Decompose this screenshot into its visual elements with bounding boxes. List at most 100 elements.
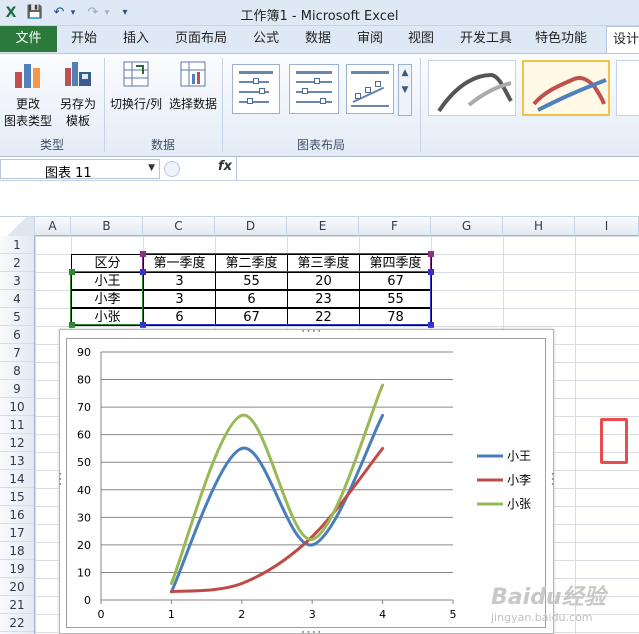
- row-header-22[interactable]: 22: [0, 614, 34, 632]
- row-header-9[interactable]: 9: [0, 380, 34, 398]
- tab-page-layout[interactable]: 页面布局: [170, 26, 232, 52]
- row-header-1[interactable]: 1: [0, 236, 34, 254]
- row-header-15[interactable]: 15: [0, 488, 34, 506]
- tab-special-features[interactable]: 特色功能: [530, 26, 592, 52]
- range-handle[interactable]: [428, 269, 434, 275]
- table-cell[interactable]: 20: [287, 272, 360, 290]
- range-handle[interactable]: [428, 251, 434, 257]
- column-header-e[interactable]: E: [287, 217, 359, 236]
- resize-handle-left[interactable]: ∙ ∙ ∙: [58, 471, 62, 488]
- select-all-corner[interactable]: [0, 217, 35, 236]
- column-header-g[interactable]: G: [431, 217, 503, 236]
- table-cell[interactable]: 3: [143, 272, 216, 290]
- table-cell[interactable]: 3: [143, 290, 216, 308]
- table-cell[interactable]: 小张: [71, 308, 144, 326]
- tab-data[interactable]: 数据: [298, 26, 338, 52]
- change-type-label-1: 更改: [15, 97, 40, 111]
- save-as-template-button[interactable]: 另存为 模板: [56, 58, 100, 132]
- row-header-11[interactable]: 11: [0, 416, 34, 434]
- save-icon[interactable]: 💾: [26, 4, 44, 22]
- row-header-10[interactable]: 10: [0, 398, 34, 416]
- tab-insert[interactable]: 插入: [115, 26, 157, 52]
- range-handle[interactable]: [140, 269, 146, 275]
- row-header-13[interactable]: 13: [0, 452, 34, 470]
- table-cell[interactable]: 55: [215, 272, 288, 290]
- chart-style-thumb-1[interactable]: [428, 60, 516, 116]
- resize-handle-top[interactable]: ∙∙∙∙: [301, 327, 323, 335]
- range-handle[interactable]: [69, 322, 75, 328]
- chart-style-thumb-3[interactable]: [616, 60, 639, 116]
- change-chart-type-button[interactable]: 更改 图表类型: [4, 58, 52, 132]
- tab-view[interactable]: 视图: [401, 26, 441, 52]
- column-header-d[interactable]: D: [215, 217, 287, 236]
- x-tick-label: 1: [168, 608, 175, 621]
- expand-namebox-icon[interactable]: [164, 161, 180, 177]
- formula-input[interactable]: [240, 160, 635, 178]
- table-header-cell[interactable]: 第二季度: [215, 254, 288, 272]
- tab-design[interactable]: 设计: [606, 26, 639, 54]
- tab-formulas[interactable]: 公式: [246, 26, 286, 52]
- undo-dropdown-icon[interactable]: ▾: [64, 4, 82, 22]
- range-handle[interactable]: [140, 251, 146, 257]
- range-handle[interactable]: [428, 322, 434, 328]
- tab-home[interactable]: 开始: [63, 26, 105, 52]
- chevron-down-icon[interactable]: ▼: [148, 163, 155, 173]
- layout-thumb-1[interactable]: [232, 64, 280, 114]
- customize-qat-icon[interactable]: ▾: [116, 4, 134, 22]
- range-handle[interactable]: [140, 322, 146, 328]
- column-header-c[interactable]: C: [143, 217, 215, 236]
- resize-handle-bottom[interactable]: ∙∙∙∙: [301, 628, 323, 634]
- row-header-16[interactable]: 16: [0, 506, 34, 524]
- layout-thumb-3[interactable]: [346, 64, 394, 114]
- chart-style-thumb-2[interactable]: [522, 60, 610, 116]
- name-box[interactable]: 图表 11 ▼: [0, 159, 160, 181]
- resize-handle-right[interactable]: ∙ ∙ ∙: [551, 471, 555, 488]
- range-handle[interactable]: [69, 269, 75, 275]
- table-cell[interactable]: 6: [143, 308, 216, 326]
- table-cell[interactable]: 67: [215, 308, 288, 326]
- column-header-a[interactable]: A: [35, 217, 71, 236]
- table-cell[interactable]: 55: [359, 290, 432, 308]
- row-header-14[interactable]: 14: [0, 470, 34, 488]
- table-cell[interactable]: 67: [359, 272, 432, 290]
- table-header-cell[interactable]: 区分: [71, 254, 144, 272]
- table-cell[interactable]: 78: [359, 308, 432, 326]
- insert-function-icon[interactable]: fx: [218, 159, 232, 174]
- table-cell[interactable]: 小李: [71, 290, 144, 308]
- row-header-12[interactable]: 12: [0, 434, 34, 452]
- column-header-i[interactable]: I: [575, 217, 639, 236]
- redo-dropdown-icon[interactable]: ▾: [98, 4, 116, 22]
- column-header-f[interactable]: F: [359, 217, 431, 236]
- table-cell[interactable]: 23: [287, 290, 360, 308]
- table-cell[interactable]: 22: [287, 308, 360, 326]
- table-header-cell[interactable]: 第一季度: [143, 254, 216, 272]
- formula-bar: 图表 11 ▼ fx: [0, 157, 639, 181]
- row-header-17[interactable]: 17: [0, 524, 34, 542]
- table-cell[interactable]: 6: [215, 290, 288, 308]
- column-header-b[interactable]: B: [71, 217, 143, 236]
- layout-thumb-2[interactable]: [289, 64, 339, 114]
- row-header-4[interactable]: 4: [0, 290, 34, 308]
- row-header-2[interactable]: 2: [0, 254, 34, 272]
- row-header-5[interactable]: 5: [0, 308, 34, 326]
- watermark-subtext: jingyan.baidu.com: [491, 611, 593, 624]
- tab-review[interactable]: 审阅: [350, 26, 390, 52]
- table-header-cell[interactable]: 第四季度: [359, 254, 432, 272]
- excel-logo-icon[interactable]: X: [2, 4, 20, 22]
- row-header-19[interactable]: 19: [0, 560, 34, 578]
- row-header-8[interactable]: 8: [0, 362, 34, 380]
- row-header-7[interactable]: 7: [0, 344, 34, 362]
- table-cell[interactable]: 小王: [71, 272, 144, 290]
- row-header-20[interactable]: 20: [0, 578, 34, 596]
- row-header-3[interactable]: 3: [0, 272, 34, 290]
- row-header-18[interactable]: 18: [0, 542, 34, 560]
- tab-developer[interactable]: 开发工具: [455, 26, 517, 52]
- row-header-21[interactable]: 21: [0, 596, 34, 614]
- tab-file[interactable]: 文件: [0, 26, 57, 52]
- switch-row-column-button[interactable]: 切换行/列: [108, 58, 164, 132]
- row-header-6[interactable]: 6: [0, 326, 34, 344]
- table-header-cell[interactable]: 第三季度: [287, 254, 360, 272]
- column-header-h[interactable]: H: [503, 217, 575, 236]
- select-data-button[interactable]: 选择数据: [166, 58, 220, 132]
- layout-gallery-scroll[interactable]: ▲ ▼: [398, 64, 412, 116]
